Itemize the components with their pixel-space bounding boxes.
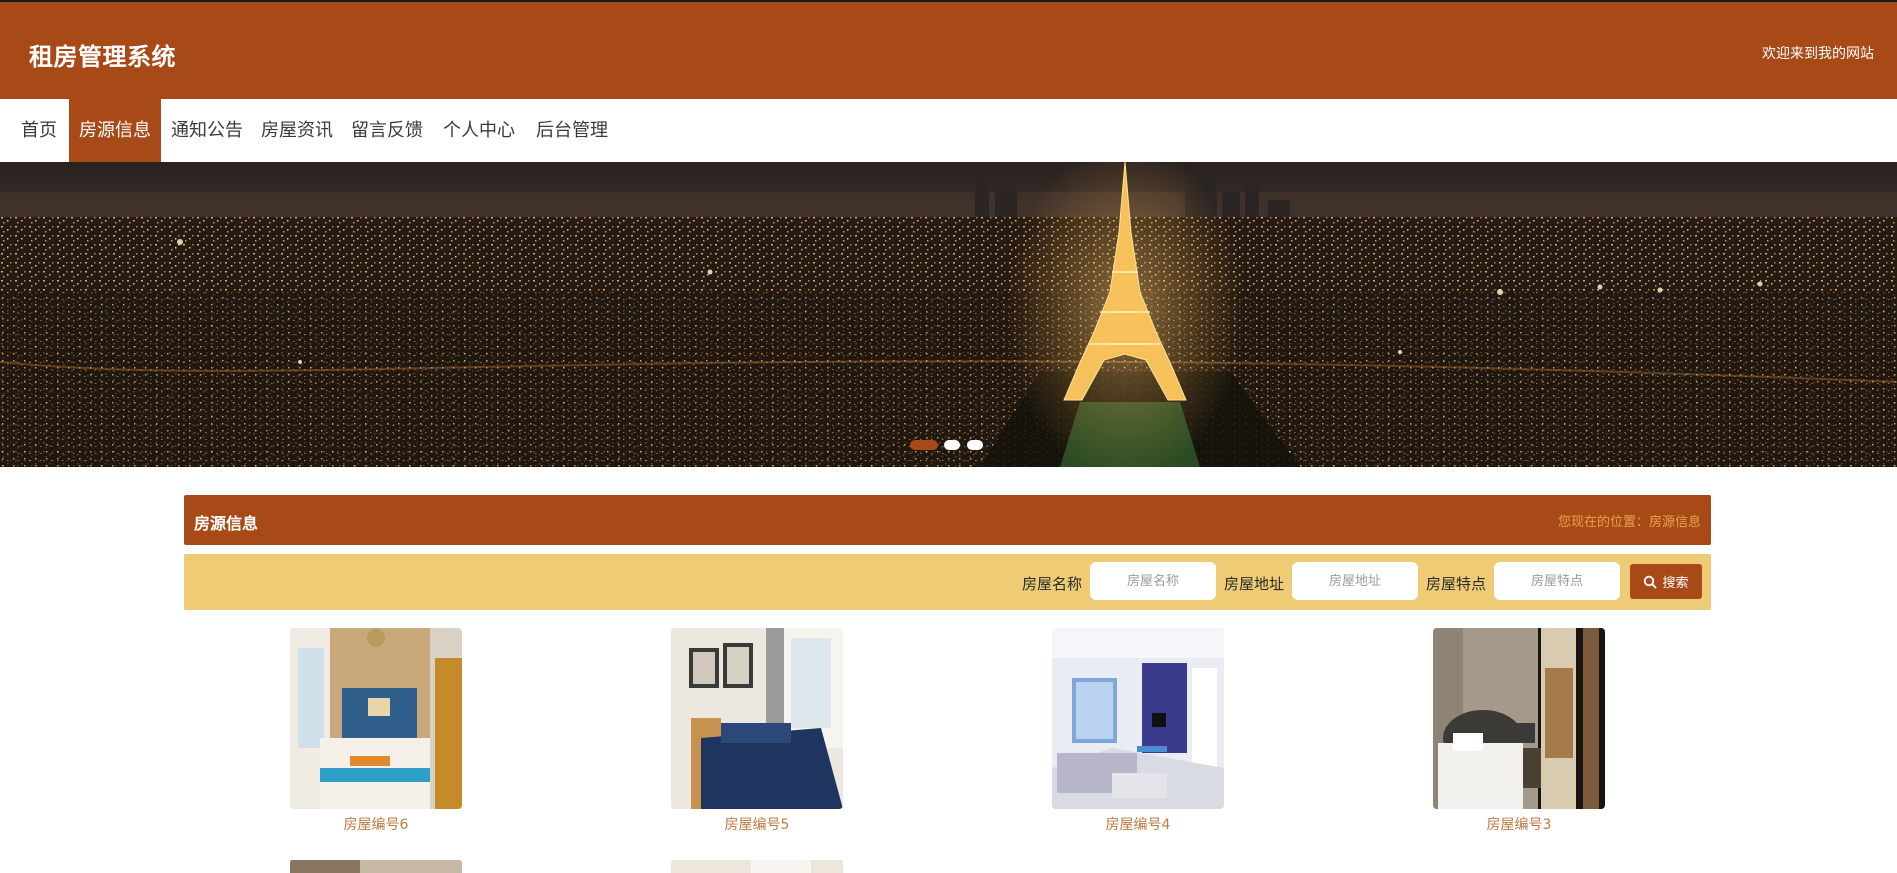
search-button-label: 搜索 bbox=[1662, 576, 1689, 591]
house-photo-4 bbox=[1052, 628, 1224, 809]
site-header: 租房管理系统 欢迎来到我的网站 bbox=[0, 0, 1897, 99]
house-photo-3 bbox=[1433, 628, 1605, 809]
site-title[interactable]: 租房管理系统 bbox=[29, 37, 176, 72]
nav-item-feedback[interactable]: 留言反馈 bbox=[348, 99, 426, 162]
house-photo-partial bbox=[290, 860, 462, 873]
main-nav: 首页 房源信息 通知公告 房屋资讯 留言反馈 个人中心 后台管理 bbox=[0, 99, 1897, 162]
listing-name[interactable]: 房屋编号4 bbox=[1052, 814, 1224, 834]
section-title: 房源信息 bbox=[194, 514, 259, 533]
house-feature-label: 房屋特点 bbox=[1426, 575, 1487, 593]
house-photo-5 bbox=[671, 628, 843, 809]
carousel-dot-2[interactable] bbox=[944, 440, 960, 450]
listing-name[interactable]: 房屋编号5 bbox=[671, 814, 843, 834]
nav-item-notices[interactable]: 通知公告 bbox=[168, 99, 246, 162]
nav-item-news[interactable]: 房屋资讯 bbox=[258, 99, 336, 162]
house-feature-input[interactable] bbox=[1494, 562, 1620, 600]
nav-item-listings[interactable]: 房源信息 bbox=[69, 99, 161, 162]
listing-name[interactable]: 房屋编号3 bbox=[1433, 814, 1605, 834]
house-address-input[interactable] bbox=[1292, 562, 1418, 600]
search-button[interactable]: 搜索 bbox=[1630, 564, 1702, 599]
listing-card[interactable]: 房屋编号4 bbox=[1052, 628, 1224, 834]
carousel-dot-1[interactable] bbox=[910, 440, 938, 450]
search-icon bbox=[1644, 575, 1658, 589]
carousel-dot-3[interactable] bbox=[967, 440, 983, 450]
city-night-image bbox=[0, 162, 1897, 467]
listing-card-partial[interactable] bbox=[290, 859, 462, 873]
nav-item-admin[interactable]: 后台管理 bbox=[533, 99, 611, 162]
house-address-label: 房屋地址 bbox=[1224, 575, 1285, 593]
section-header: 房源信息 您现在的位置：房源信息 bbox=[184, 495, 1711, 545]
listing-card[interactable]: 房屋编号3 bbox=[1433, 628, 1605, 834]
welcome-text: 欢迎来到我的网站 bbox=[1762, 46, 1874, 62]
listing-name[interactable]: 房屋编号6 bbox=[290, 814, 462, 834]
listing-card[interactable]: 房屋编号6 bbox=[290, 628, 462, 834]
house-name-input[interactable] bbox=[1090, 562, 1216, 600]
listing-card-partial[interactable] bbox=[671, 859, 843, 873]
nav-item-profile[interactable]: 个人中心 bbox=[440, 99, 518, 162]
nav-item-home[interactable]: 首页 bbox=[18, 99, 60, 162]
house-photo-6 bbox=[290, 628, 462, 809]
hero-banner[interactable] bbox=[0, 162, 1897, 467]
house-name-label: 房屋名称 bbox=[1022, 575, 1083, 593]
search-bar: 房屋名称 房屋地址 房屋特点 搜索 bbox=[184, 554, 1711, 610]
breadcrumb[interactable]: 您现在的位置：房源信息 bbox=[1558, 511, 1701, 530]
house-photo-partial bbox=[671, 860, 843, 873]
listing-card[interactable]: 房屋编号5 bbox=[671, 628, 843, 834]
